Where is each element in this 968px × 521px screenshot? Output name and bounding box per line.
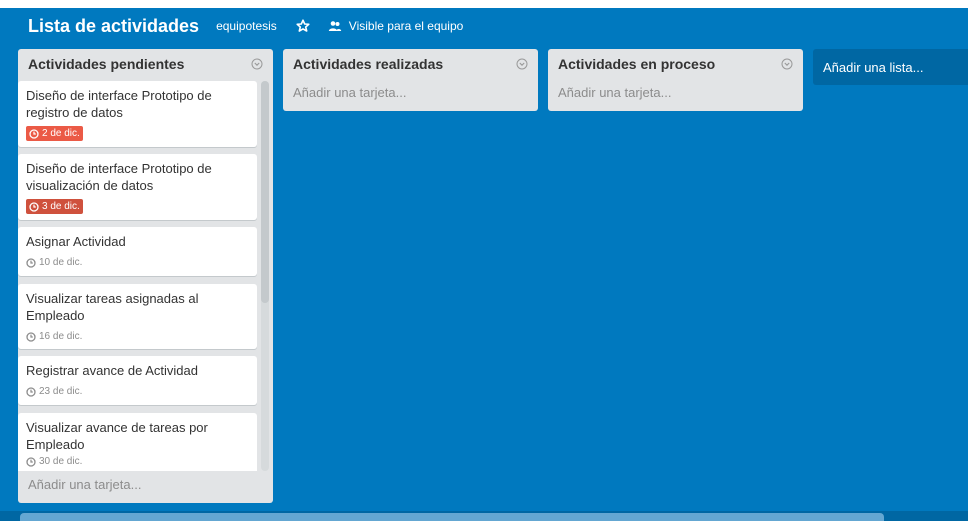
list-title[interactable]: Actividades pendientes <box>28 56 184 72</box>
add-card-button[interactable]: Añadir una tarjeta... <box>283 79 538 105</box>
card[interactable]: Asignar Actividad 10 de dic. <box>18 227 257 276</box>
clock-icon <box>26 386 36 397</box>
due-date: 10 de dic. <box>39 257 83 268</box>
clock-icon <box>29 128 39 139</box>
list-menu-icon[interactable] <box>781 58 793 70</box>
due-badge: 30 de dic. <box>26 454 85 469</box>
clock-icon <box>26 331 36 342</box>
team-icon <box>328 20 342 32</box>
list-scrollbar[interactable] <box>261 81 269 471</box>
card-title: Registrar avance de Actividad <box>26 363 198 378</box>
clock-icon <box>26 257 36 268</box>
list-title[interactable]: Actividades realizadas <box>293 56 443 72</box>
card-list: Diseño de interface Prototipo de registr… <box>18 79 273 471</box>
card[interactable]: Visualizar tareas asignadas al Empleado … <box>18 284 257 349</box>
list-actividades-pendientes: Actividades pendientes Diseño de interfa… <box>18 49 273 503</box>
card-title: Asignar Actividad <box>26 234 126 249</box>
list-menu-icon[interactable] <box>516 58 528 70</box>
card-title: Visualizar tareas asignadas al Empleado <box>26 291 199 323</box>
window-top-strip <box>0 0 968 8</box>
due-badge: 16 de dic. <box>26 329 85 344</box>
clock-icon <box>29 201 39 212</box>
card[interactable]: Registrar avance de Actividad 23 de dic. <box>18 356 257 405</box>
board-title[interactable]: Lista de actividades <box>28 16 199 37</box>
list-header: Actividades en proceso <box>548 49 803 79</box>
card[interactable]: Visualizar avance de tareas por Empleado… <box>18 413 257 471</box>
due-badge: 10 de dic. <box>26 255 85 270</box>
clock-icon <box>26 456 36 467</box>
list-menu-icon[interactable] <box>251 58 263 70</box>
due-date: 16 de dic. <box>39 331 83 342</box>
list-header: Actividades realizadas <box>283 49 538 79</box>
due-badge: 3 de dic. <box>26 199 83 214</box>
team-name[interactable]: equipotesis <box>216 19 277 33</box>
list-actividades-realizadas: Actividades realizadas Añadir una tarjet… <box>283 49 538 111</box>
card-title: Diseño de interface Prototipo de visuali… <box>26 161 212 193</box>
due-date: 3 de dic. <box>42 201 80 212</box>
due-date: 23 de dic. <box>39 386 83 397</box>
add-list-button[interactable]: Añadir una lista... <box>813 49 968 85</box>
list-actividades-en-proceso: Actividades en proceso Añadir una tarjet… <box>548 49 803 111</box>
add-card-button[interactable]: Añadir una tarjeta... <box>18 471 273 497</box>
visibility-button[interactable]: Visible para el equipo <box>349 19 464 33</box>
due-date: 30 de dic. <box>39 456 83 467</box>
due-date: 2 de dic. <box>42 128 80 139</box>
list-title[interactable]: Actividades en proceso <box>558 56 715 72</box>
list-header: Actividades pendientes <box>18 49 273 79</box>
due-badge: 23 de dic. <box>26 384 85 399</box>
star-icon[interactable] <box>296 19 310 33</box>
board-header: Lista de actividades equipotesis Visible… <box>0 8 968 44</box>
card-title: Diseño de interface Prototipo de registr… <box>26 88 212 120</box>
list-scrollbar-thumb[interactable] <box>261 81 269 303</box>
card[interactable]: Diseño de interface Prototipo de registr… <box>18 81 257 147</box>
card-title: Visualizar avance de tareas por Empleado <box>26 420 208 452</box>
board-scrollbar-thumb[interactable] <box>20 513 884 521</box>
card[interactable]: Diseño de interface Prototipo de visuali… <box>18 154 257 220</box>
add-card-button[interactable]: Añadir una tarjeta... <box>548 79 803 105</box>
due-badge: 2 de dic. <box>26 126 83 141</box>
